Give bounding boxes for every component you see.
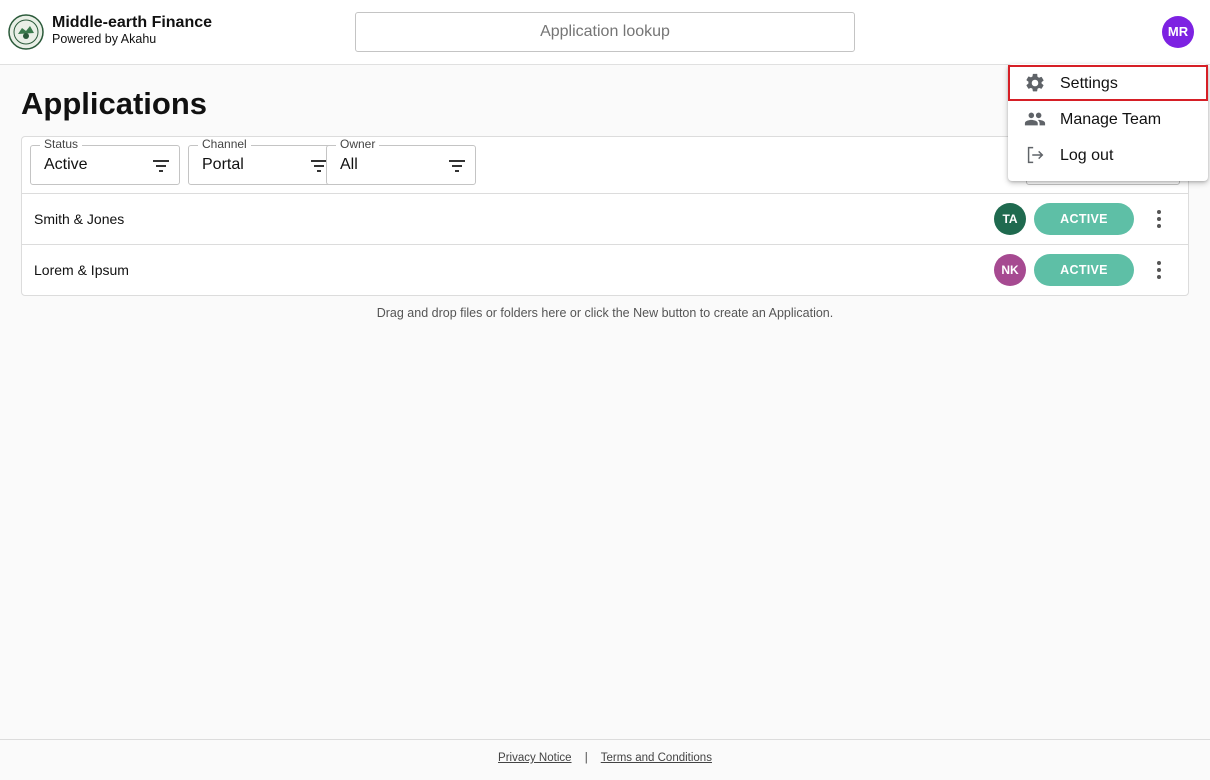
user-avatar-button[interactable]: MR [1162, 16, 1194, 48]
owner-filter-label: Owner [336, 137, 380, 151]
people-icon [1024, 112, 1046, 126]
channel-filter-value: Portal [202, 156, 244, 173]
owner-filter-value: All [340, 156, 358, 173]
owner-avatar: NK [994, 254, 1026, 286]
status-filter-value: Active [44, 156, 88, 173]
footer-separator: | [584, 752, 588, 764]
drop-hint: Drag and drop files or folders here or c… [376, 306, 834, 320]
company-logo [8, 14, 44, 50]
filter-icon [153, 160, 169, 172]
menu-item-manage-team[interactable]: Manage Team [1008, 101, 1208, 137]
application-lookup-input[interactable] [355, 12, 855, 52]
user-menu: Settings Manage Team Log out [1008, 64, 1208, 181]
status-badge: ACTIVE [1034, 254, 1134, 286]
owner-avatar: TA [994, 203, 1026, 235]
footer: Privacy Notice | Terms and Conditions [0, 739, 1210, 780]
more-options-icon[interactable] [1150, 207, 1168, 231]
filter-icon [449, 160, 465, 172]
menu-item-label: Log out [1060, 147, 1114, 164]
more-options-icon[interactable] [1150, 258, 1168, 282]
table-row[interactable]: Lorem & Ipsum NK ACTIVE [22, 245, 1188, 296]
app-header: Middle-earth Finance Powered by Akahu MR [0, 0, 1210, 65]
table-row[interactable]: Smith & Jones TA ACTIVE [22, 194, 1188, 245]
brand-title: Middle-earth Finance [52, 14, 213, 31]
brand: Middle-earth Finance Powered by Akahu [52, 14, 212, 47]
status-filter[interactable]: Status Active [30, 137, 180, 185]
channel-filter-label: Channel [198, 137, 251, 151]
owner-filter[interactable]: Owner All [326, 137, 476, 185]
page-title: Applications [21, 86, 208, 121]
terms-link[interactable]: Terms and Conditions [601, 752, 712, 764]
privacy-notice-link[interactable]: Privacy Notice [498, 752, 572, 764]
menu-item-label: Settings [1060, 75, 1118, 92]
brand-subtitle: Powered by Akahu [52, 32, 157, 46]
menu-item-label: Manage Team [1060, 111, 1162, 128]
application-name: Smith & Jones [34, 211, 125, 227]
logout-icon [1027, 146, 1044, 164]
menu-item-logout[interactable]: Log out [1008, 137, 1208, 173]
gear-icon [1026, 73, 1044, 92]
status-badge: ACTIVE [1034, 203, 1134, 235]
menu-item-settings[interactable]: Settings [1008, 65, 1208, 101]
application-name: Lorem & Ipsum [34, 262, 129, 278]
status-filter-label: Status [40, 137, 83, 151]
channel-filter[interactable]: Channel Portal [188, 137, 338, 185]
